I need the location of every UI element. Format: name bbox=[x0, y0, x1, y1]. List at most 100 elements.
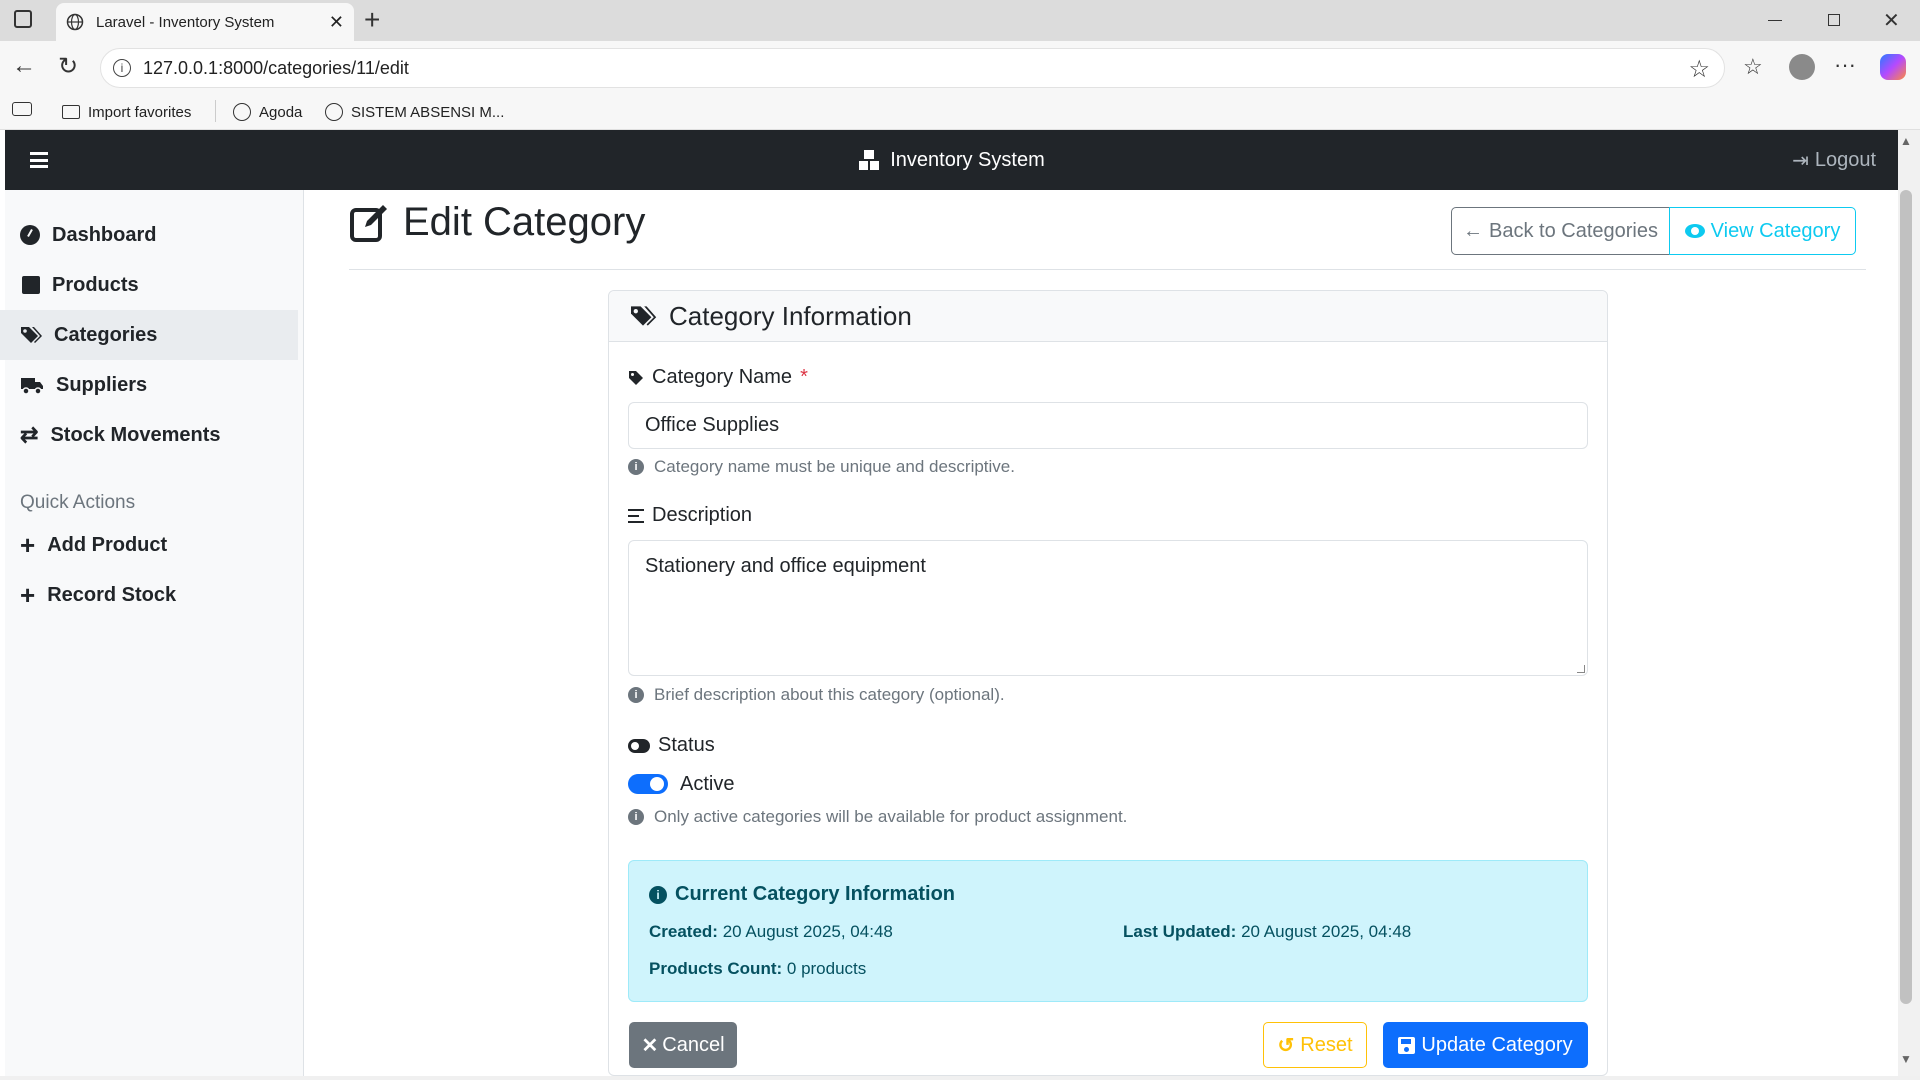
description-textarea[interactable]: Stationery and office equipment bbox=[628, 540, 1588, 676]
count-label: Products Count: bbox=[649, 959, 783, 978]
scroll-up-icon[interactable]: ▲ bbox=[1900, 134, 1912, 148]
sidebar-item-add-product[interactable]: + Add Product bbox=[0, 520, 298, 570]
tab-actions-icon[interactable] bbox=[14, 10, 32, 28]
url-text: 127.0.0.1:8000/categories/11/edit bbox=[143, 57, 409, 78]
logout-link[interactable]: ⇥ Logout bbox=[1792, 148, 1876, 173]
description-label: Description bbox=[628, 504, 752, 527]
toggle-icon bbox=[628, 738, 650, 753]
globe-icon bbox=[325, 103, 343, 121]
favorites-divider bbox=[215, 100, 216, 122]
window-bottom-edge bbox=[0, 1076, 1920, 1080]
dashboard-icon bbox=[20, 225, 40, 245]
textarea-value: Stationery and office equipment bbox=[645, 555, 926, 577]
card-header-text: Category Information bbox=[669, 300, 912, 331]
created-row: Created: 20 August 2025, 04:48 bbox=[649, 922, 893, 942]
status-label: Status bbox=[628, 734, 715, 757]
sidebar-item-label: Suppliers bbox=[56, 373, 148, 396]
count-value: 0 products bbox=[786, 959, 867, 978]
view-category-button[interactable]: View Category bbox=[1669, 207, 1856, 255]
plus-icon: + bbox=[20, 530, 36, 560]
favorite-label: Agoda bbox=[259, 103, 303, 121]
refresh-icon[interactable]: ↻ bbox=[58, 52, 78, 81]
updated-value: 20 August 2025, 04:48 bbox=[1241, 922, 1412, 941]
address-bar[interactable]: i 127.0.0.1:8000/categories/11/edit ☆ bbox=[100, 48, 1725, 88]
box-icon bbox=[22, 276, 40, 294]
resize-handle-icon[interactable] bbox=[1577, 665, 1585, 673]
required-mark: * bbox=[800, 366, 808, 388]
close-tab-icon[interactable]: ✕ bbox=[329, 12, 344, 33]
updated-label: Last Updated: bbox=[1123, 922, 1237, 941]
title-divider bbox=[349, 269, 1866, 270]
close-icon: ✕ bbox=[641, 1034, 659, 1057]
back-arrow-icon[interactable]: ← bbox=[12, 52, 36, 80]
profile-avatar[interactable] bbox=[1789, 54, 1815, 80]
minimize-icon[interactable] bbox=[1768, 20, 1782, 21]
tags-icon bbox=[21, 327, 42, 343]
favorites-icon[interactable]: ☆ bbox=[1743, 54, 1763, 80]
products-count-row: Products Count: 0 products bbox=[649, 959, 866, 979]
app-navbar: Inventory System ⇥ Logout bbox=[5, 130, 1898, 190]
navbar-brand[interactable]: Inventory System bbox=[5, 130, 1898, 190]
copilot-icon[interactable] bbox=[1880, 54, 1906, 80]
sidebar-item-dashboard[interactable]: Dashboard bbox=[0, 210, 298, 260]
favorite-sistem[interactable]: SISTEM ABSENSI M... bbox=[325, 100, 504, 124]
scroll-down-icon[interactable]: ▼ bbox=[1900, 1052, 1912, 1066]
folder-icon bbox=[62, 105, 80, 119]
brand-text: Inventory System bbox=[890, 148, 1045, 171]
reset-button[interactable]: ↺ Reset bbox=[1263, 1022, 1367, 1068]
page-title-text: Edit Category bbox=[403, 200, 646, 244]
category-name-label: Category Name * bbox=[628, 366, 808, 389]
category-name-help: i Category name must be unique and descr… bbox=[628, 457, 1015, 477]
restore-icon[interactable] bbox=[1828, 14, 1840, 26]
created-label: Created: bbox=[649, 922, 718, 941]
status-help: i Only active categories will be availab… bbox=[628, 807, 1127, 827]
card-header: Category Information bbox=[609, 291, 1607, 342]
new-tab-icon[interactable]: + bbox=[364, 4, 380, 36]
cancel-button[interactable]: ✕ Cancel bbox=[629, 1022, 737, 1068]
button-label: Back to Categories bbox=[1489, 219, 1658, 242]
site-info-icon[interactable]: i bbox=[113, 59, 131, 77]
scrollbar-thumb[interactable] bbox=[1900, 190, 1912, 1004]
sidebar-item-record-stock[interactable]: + Record Stock bbox=[0, 570, 298, 620]
boxes-icon bbox=[859, 150, 880, 170]
tab-title: Laravel - Inventory System bbox=[96, 13, 275, 31]
back-to-categories-button[interactable]: ← Back to Categories bbox=[1451, 207, 1670, 255]
close-window-icon[interactable]: ✕ bbox=[1883, 8, 1900, 33]
sidebar-item-products[interactable]: Products bbox=[0, 260, 298, 310]
button-label: Cancel bbox=[662, 1033, 725, 1056]
label-text: Category Name bbox=[652, 366, 793, 388]
logout-label: Logout bbox=[1814, 149, 1876, 171]
more-icon[interactable]: ··· bbox=[1834, 52, 1856, 78]
sidebar-item-label: Dashboard bbox=[52, 223, 157, 246]
sidebar-item-label: Add Product bbox=[47, 533, 168, 556]
info-circle-icon: i bbox=[628, 809, 644, 825]
exchange-icon: ⇄ bbox=[20, 422, 39, 447]
plus-icon: + bbox=[20, 580, 36, 610]
favorite-import[interactable]: Import favorites bbox=[62, 100, 191, 124]
help-text: Only active categories will be available… bbox=[654, 807, 1128, 826]
favorite-agoda[interactable]: Agoda bbox=[233, 100, 302, 124]
update-category-button[interactable]: Update Category bbox=[1383, 1022, 1588, 1068]
sidebar-item-categories[interactable]: Categories bbox=[0, 310, 298, 360]
align-left-icon bbox=[628, 508, 644, 523]
help-text: Brief description about this category (o… bbox=[654, 685, 1005, 704]
sidebar-item-label: Stock Movements bbox=[50, 423, 221, 446]
created-value: 20 August 2025, 04:48 bbox=[722, 922, 893, 941]
label-text: Description bbox=[652, 504, 753, 526]
arrow-left-icon: ← bbox=[1463, 219, 1483, 242]
current-info-alert: i Current Category Information Created: … bbox=[628, 860, 1588, 1002]
category-name-input[interactable]: Office Supplies bbox=[628, 402, 1588, 449]
browser-tab[interactable]: Laravel - Inventory System ✕ bbox=[56, 3, 354, 41]
reading-mode-icon[interactable] bbox=[12, 102, 32, 116]
favorite-label: SISTEM ABSENSI M... bbox=[351, 103, 505, 121]
alert-heading: i Current Category Information bbox=[649, 883, 955, 906]
sidebar-item-stock-movements[interactable]: ⇄ Stock Movements bbox=[0, 410, 298, 460]
truck-icon bbox=[21, 378, 43, 395]
status-toggle[interactable] bbox=[628, 774, 668, 794]
button-label: View Category bbox=[1710, 219, 1841, 242]
sidebar-item-suppliers[interactable]: Suppliers bbox=[0, 360, 298, 410]
edit-icon bbox=[350, 204, 387, 242]
status-value-label: Active bbox=[680, 773, 735, 795]
input-value: Office Supplies bbox=[645, 414, 780, 436]
star-icon[interactable]: ☆ bbox=[1688, 55, 1710, 84]
